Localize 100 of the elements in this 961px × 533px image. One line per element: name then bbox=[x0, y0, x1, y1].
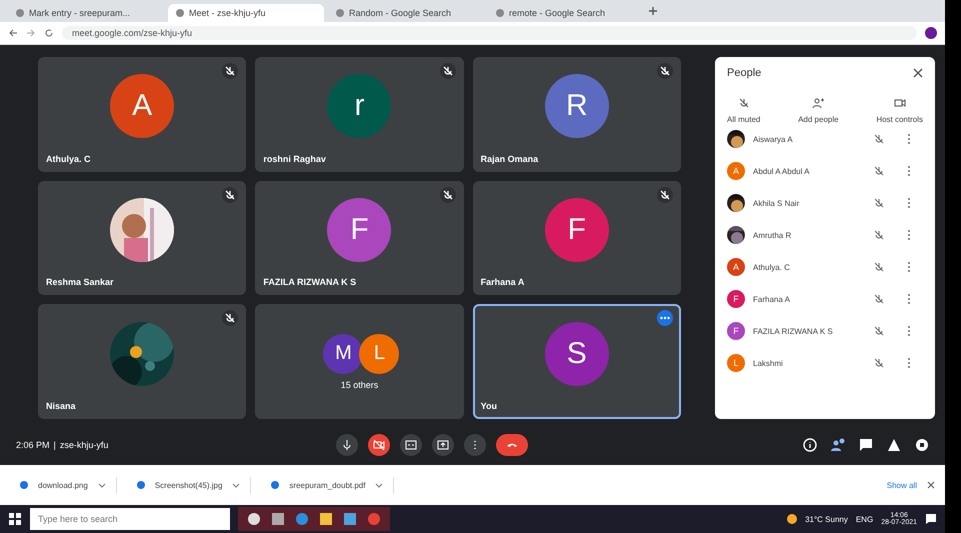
participant-name[interactable]: Farhana A bbox=[753, 294, 865, 304]
more-options-icon[interactable] bbox=[907, 197, 911, 209]
camera-button[interactable] bbox=[368, 434, 390, 456]
hangup-button[interactable] bbox=[496, 434, 528, 456]
add-person-icon bbox=[812, 97, 824, 109]
participant-name[interactable]: Amrutha R bbox=[753, 230, 865, 240]
avatar: L bbox=[727, 354, 745, 372]
more-options-icon[interactable] bbox=[907, 229, 911, 241]
mic-button[interactable] bbox=[336, 434, 358, 456]
mic-icon bbox=[341, 439, 353, 451]
avatar: F bbox=[327, 198, 392, 262]
file-icon bbox=[271, 481, 280, 489]
meeting-code: zse-khju-yfu bbox=[60, 440, 108, 450]
start-icon[interactable] bbox=[8, 512, 22, 526]
separator: | bbox=[54, 440, 56, 450]
participant-name: FAZILA RIZWANA K S bbox=[262, 277, 358, 290]
others-count: 15 others bbox=[340, 380, 378, 390]
download-item[interactable]: download.png bbox=[10, 476, 117, 494]
mic-off-icon bbox=[873, 325, 885, 337]
profile-avatar[interactable] bbox=[925, 27, 937, 39]
participant-name[interactable]: Athulya. C bbox=[753, 262, 865, 272]
present-button[interactable] bbox=[432, 434, 454, 456]
participant-name: Farhana A bbox=[480, 277, 526, 290]
weather-text[interactable]: 31°C Sunny bbox=[805, 514, 848, 524]
panel-title: People bbox=[727, 67, 762, 79]
file-icon bbox=[136, 481, 145, 489]
file-icon bbox=[20, 481, 28, 489]
mic-off-icon bbox=[873, 133, 885, 145]
avatar: F bbox=[727, 322, 745, 340]
reload-icon[interactable] bbox=[44, 28, 54, 38]
avatar: L bbox=[359, 334, 400, 374]
mic-off-icon bbox=[873, 357, 885, 369]
mic-off-icon bbox=[873, 197, 885, 209]
chat-icon[interactable] bbox=[859, 438, 873, 452]
browser-tab[interactable]: Mark entry - sreepuram... bbox=[8, 4, 164, 22]
avatar: r bbox=[327, 74, 392, 138]
participant-name[interactable]: Lakshmi bbox=[753, 358, 865, 368]
avatar: A bbox=[727, 162, 745, 180]
meeting-time: 2:06 PM bbox=[16, 440, 50, 450]
participant-name[interactable]: Akhila S Nair bbox=[753, 198, 865, 208]
people-icon[interactable] bbox=[831, 438, 845, 452]
notification-icon[interactable] bbox=[925, 513, 937, 525]
present-icon bbox=[437, 439, 449, 451]
more-options-icon[interactable] bbox=[907, 325, 911, 337]
close-icon[interactable] bbox=[927, 481, 935, 489]
participant-name: Athulya. C bbox=[45, 154, 92, 166]
avatar: A bbox=[727, 258, 745, 276]
camera-icon bbox=[373, 439, 385, 451]
avatar: F bbox=[727, 290, 745, 308]
avatar: A bbox=[110, 74, 174, 138]
download-item[interactable]: Screenshot(45).jpg bbox=[126, 476, 252, 494]
back-icon[interactable] bbox=[8, 28, 18, 38]
favicon-icon bbox=[176, 9, 184, 17]
favicon-icon bbox=[336, 9, 344, 17]
panel-action-button[interactable]: All muted bbox=[727, 97, 760, 124]
more-options-icon[interactable] bbox=[907, 357, 911, 369]
favicon-icon bbox=[496, 9, 504, 17]
more-options-icon[interactable] bbox=[907, 165, 911, 177]
sun-icon bbox=[787, 514, 798, 524]
captions-button[interactable] bbox=[400, 434, 422, 456]
browser-tab[interactable]: remote - Google Search bbox=[488, 4, 644, 22]
more-options-icon[interactable] bbox=[656, 310, 673, 326]
info-icon[interactable] bbox=[803, 438, 817, 452]
download-item[interactable]: sreepuram_doubt.pdf bbox=[261, 476, 394, 494]
participant-name[interactable]: Abdul A Abdul A bbox=[753, 166, 865, 176]
caret-icon bbox=[98, 481, 106, 489]
browser-tab[interactable]: Random - Google Search bbox=[328, 4, 484, 22]
mic-off-icon bbox=[873, 229, 885, 241]
caret-icon bbox=[375, 481, 384, 489]
avatar: M bbox=[323, 334, 364, 374]
participant-name: Reshma Sankar bbox=[45, 277, 115, 290]
language-indicator[interactable]: ENG bbox=[856, 514, 874, 524]
camera-icon bbox=[894, 97, 906, 109]
avatar: F bbox=[544, 198, 609, 262]
mic-off-icon bbox=[873, 261, 885, 273]
new-tab-icon[interactable] bbox=[648, 6, 658, 16]
avatar: R bbox=[544, 74, 609, 138]
more-options-icon[interactable] bbox=[907, 293, 911, 305]
participant-name: Rajan Omana bbox=[480, 154, 540, 166]
caret-icon bbox=[232, 481, 240, 489]
favicon-icon bbox=[16, 9, 24, 17]
captions-icon bbox=[405, 439, 417, 451]
close-icon[interactable] bbox=[913, 68, 923, 78]
address-bar[interactable]: meet.google.com/zse-khju-yfu bbox=[62, 26, 917, 40]
panel-action-button[interactable]: Host controls bbox=[876, 97, 923, 124]
show-all-link[interactable]: Show all bbox=[886, 480, 917, 490]
more-options-icon[interactable] bbox=[907, 261, 911, 273]
more-options-icon[interactable] bbox=[907, 133, 911, 145]
participant-name: Nisana bbox=[45, 400, 77, 413]
avatar: S bbox=[544, 322, 609, 386]
participant-name[interactable]: Aiswarya A bbox=[753, 134, 865, 144]
participant-name: roshni Raghav bbox=[262, 154, 327, 166]
participant-name[interactable]: FAZILA RIZWANA K S bbox=[753, 326, 865, 336]
browser-tab[interactable]: Meet - zse-khju-yfu bbox=[168, 4, 324, 22]
taskbar-search-field[interactable]: Type here to search bbox=[30, 508, 230, 530]
mic-off-icon bbox=[873, 165, 885, 177]
panel-action-button[interactable]: Add people bbox=[798, 97, 839, 124]
participant-name: You bbox=[480, 400, 498, 413]
mic-off-icon bbox=[738, 97, 750, 109]
mic-off-icon bbox=[873, 293, 885, 305]
